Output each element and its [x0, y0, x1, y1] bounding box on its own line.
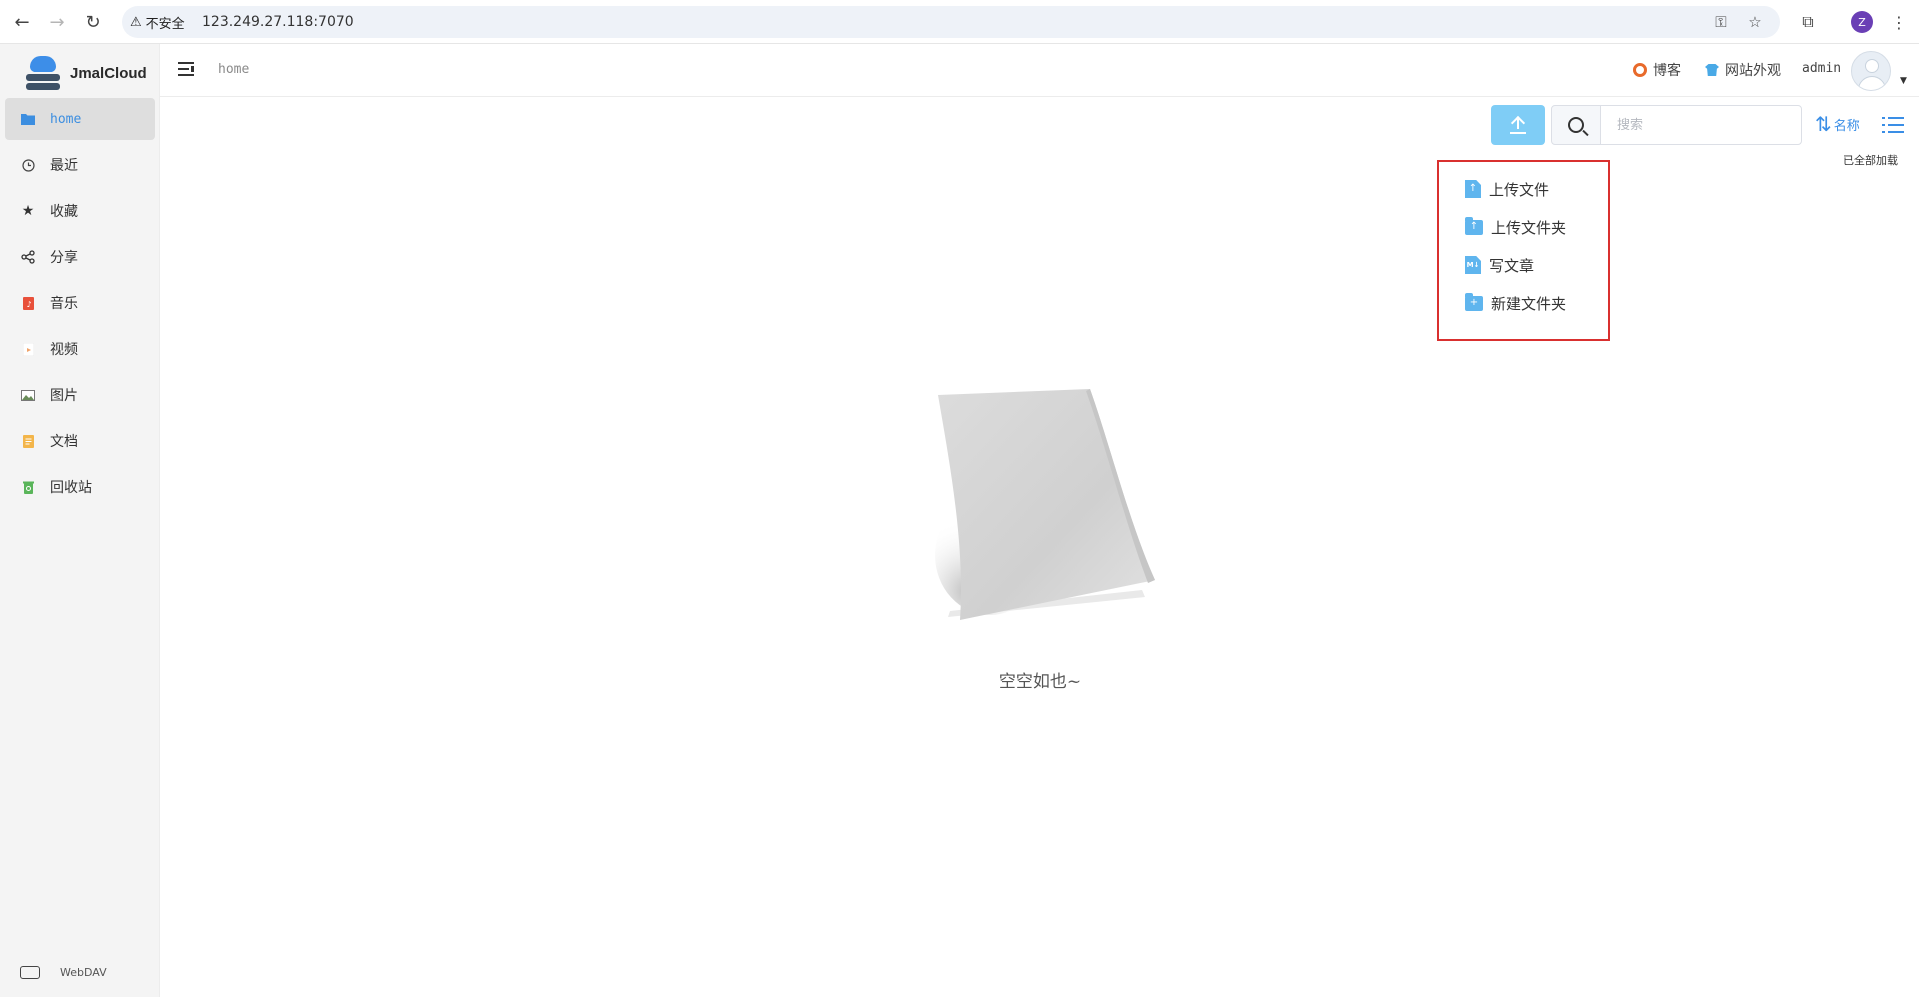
sidebar-item-home[interactable]: home: [5, 98, 155, 140]
security-chip[interactable]: ⚠ 不安全: [130, 12, 185, 32]
sidebar-item-label: 音乐: [50, 296, 78, 312]
forward-icon[interactable]: →: [45, 10, 69, 34]
upload-button[interactable]: [1491, 105, 1545, 145]
hard-drive-icon: [20, 966, 40, 979]
reload-icon[interactable]: ↻: [81, 10, 105, 34]
image-icon: [20, 387, 36, 403]
blog-label: 博客: [1653, 63, 1681, 79]
url-text[interactable]: 123.249.27.118:7070: [202, 12, 354, 32]
sidebar-item-video[interactable]: 视频: [5, 328, 155, 370]
sidebar-item-label: 文档: [50, 434, 78, 450]
music-icon: ♪: [20, 295, 36, 311]
blog-icon: [1633, 63, 1647, 77]
sidebar: JmalCloud home 最近 ★ 收藏 分享 ♪ 音乐 视频 图片 文档 …: [0, 44, 160, 997]
tshirt-icon: [1705, 64, 1719, 76]
menu-item-label: 新建文件夹: [1491, 294, 1567, 313]
search-input[interactable]: [1600, 105, 1802, 145]
sidebar-item-favorites[interactable]: ★ 收藏: [5, 190, 155, 232]
webdav-link[interactable]: WebDAV: [20, 966, 107, 979]
sidebar-item-images[interactable]: 图片: [5, 374, 155, 416]
menu-item-label: 写文章: [1489, 256, 1535, 275]
sort-label: 名称: [1833, 119, 1860, 134]
upload-icon: [1510, 116, 1526, 134]
password-key-icon[interactable]: ⚿: [1710, 12, 1732, 32]
browser-toolbar: ← → ↻ ⚠ 不安全 123.249.27.118:7070 ⚿ ☆ ⧉ Z …: [0, 0, 1919, 44]
sidebar-item-share[interactable]: 分享: [5, 236, 155, 278]
new-folder-item[interactable]: + 新建文件夹: [1465, 290, 1566, 316]
webdav-label: WebDAV: [60, 966, 107, 979]
share-icon: [20, 249, 36, 265]
back-icon[interactable]: ←: [10, 10, 34, 34]
search-button[interactable]: [1551, 105, 1601, 145]
upload-folder-icon: ↑: [1465, 216, 1483, 235]
sidebar-item-label: 分享: [50, 250, 78, 266]
markdown-file-icon: M↓: [1465, 256, 1481, 274]
app-name: JmalCloud: [70, 64, 147, 82]
document-icon: [20, 433, 36, 449]
search-icon: [1568, 117, 1584, 133]
security-label: 不安全: [145, 16, 185, 32]
video-icon: [20, 341, 36, 357]
sort-ascending-icon: ⇅: [1815, 112, 1832, 136]
extensions-icon[interactable]: ⧉: [1797, 11, 1819, 33]
sidebar-item-recycle-bin[interactable]: 回收站: [5, 466, 155, 508]
sidebar-item-documents[interactable]: 文档: [5, 420, 155, 462]
sidebar-item-music[interactable]: ♪ 音乐: [5, 282, 155, 324]
recycle-bin-icon: [20, 479, 36, 495]
browser-menu-icon[interactable]: ⋮: [1888, 11, 1910, 33]
top-header: home 博客 网站外观 admin ▼: [160, 44, 1919, 97]
warning-icon: ⚠: [130, 14, 142, 30]
loaded-status: 已全部加载: [1843, 154, 1898, 167]
write-article-item[interactable]: M↓ 写文章: [1465, 252, 1534, 278]
collapse-menu-icon[interactable]: [178, 62, 194, 76]
upload-dropdown-menu: ↑ 上传文件 ↑ 上传文件夹 M↓ 写文章 + 新建文件夹: [1437, 160, 1610, 341]
svg-text:♪: ♪: [26, 300, 31, 309]
sidebar-menu: home 最近 ★ 收藏 分享 ♪ 音乐 视频 图片 文档 回收站: [5, 98, 155, 512]
breadcrumb[interactable]: home: [218, 62, 249, 77]
sidebar-item-label: 最近: [50, 158, 78, 174]
new-folder-icon: +: [1465, 292, 1483, 311]
sidebar-item-recent[interactable]: 最近: [5, 144, 155, 186]
bookmark-star-icon[interactable]: ☆: [1744, 12, 1766, 32]
profile-avatar[interactable]: Z: [1851, 11, 1873, 33]
site-appearance-label: 网站外观: [1725, 63, 1781, 79]
clock-icon: [20, 157, 36, 173]
cloud-logo-icon: [26, 56, 60, 90]
upload-file-item[interactable]: ↑ 上传文件: [1465, 176, 1549, 202]
upload-folder-item[interactable]: ↑ 上传文件夹: [1465, 214, 1566, 240]
menu-item-label: 上传文件: [1489, 180, 1550, 199]
menu-item-label: 上传文件夹: [1491, 218, 1567, 237]
username[interactable]: admin: [1802, 61, 1841, 76]
caret-down-icon[interactable]: ▼: [1900, 76, 1907, 86]
avatar[interactable]: [1851, 51, 1891, 91]
folder-icon: [20, 111, 36, 127]
sidebar-item-label: 图片: [50, 388, 78, 404]
sidebar-item-label: 回收站: [50, 480, 92, 496]
empty-state-message: 空空如也~: [998, 672, 1082, 692]
star-icon: ★: [21, 203, 35, 219]
app-logo[interactable]: JmalCloud: [26, 54, 147, 92]
empty-paper-illustration: [935, 389, 1155, 620]
blog-link[interactable]: 博客: [1633, 60, 1681, 80]
sort-button[interactable]: ⇅ 名称: [1815, 114, 1860, 134]
upload-file-icon: ↑: [1465, 180, 1481, 198]
list-view-icon[interactable]: [1882, 115, 1904, 135]
sidebar-item-label: 视频: [50, 342, 78, 358]
site-appearance-link[interactable]: 网站外观: [1705, 60, 1781, 80]
sidebar-item-label: 收藏: [50, 204, 78, 220]
sidebar-item-label: home: [50, 111, 82, 127]
address-bar[interactable]: ⚠ 不安全 123.249.27.118:7070 ⚿ ☆: [122, 6, 1780, 38]
